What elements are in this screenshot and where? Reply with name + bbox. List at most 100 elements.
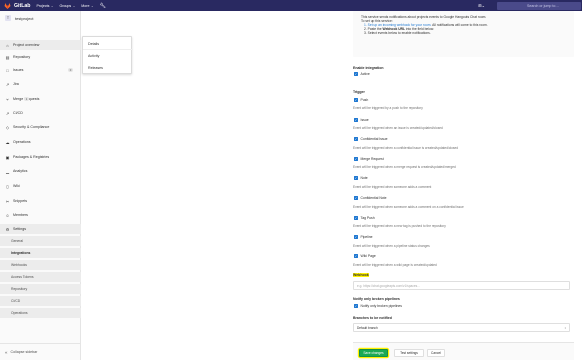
- event-checkbox-wiki-page[interactable]: ✓ Wiki Page: [354, 254, 376, 258]
- checkmark-icon: ✓: [354, 72, 358, 76]
- save-changes-button[interactable]: Save changes: [359, 349, 388, 357]
- settings-sub-operations[interactable]: Operations: [0, 308, 81, 318]
- event-name: Confidential Issue: [360, 137, 388, 141]
- nav-groups[interactable]: Groups ⌄: [59, 4, 75, 8]
- settings-sub-label: Webhooks: [11, 263, 27, 267]
- form-actions: Save changes Test settings Cancel: [353, 342, 574, 360]
- notify-broken-option: Notify only broken pipelines: [360, 304, 402, 308]
- chevron-down-icon: ⌄: [72, 3, 76, 8]
- gear-icon: ⚙: [5, 226, 10, 232]
- sidebar-item-label: Analytics: [13, 169, 28, 173]
- sidebar-item-packages-registries[interactable]: ▣ Packages & Registries: [0, 152, 81, 162]
- issues-icon: □: [6, 67, 9, 73]
- event-description: Event will be triggered when a pipeline …: [353, 244, 430, 248]
- avatar: T: [5, 15, 11, 21]
- event-name: Push: [360, 98, 369, 102]
- trigger-label: Trigger: [353, 90, 365, 94]
- help-step-1-rest: All notifications will come to this room…: [431, 23, 488, 27]
- chart-icon: ▁: [5, 168, 10, 174]
- sidebar-item-label: Repository: [13, 55, 31, 59]
- sidebar-item-analytics[interactable]: ▁ Analytics: [0, 166, 81, 176]
- flyout-item-details[interactable]: Details: [83, 38, 133, 50]
- nav-more[interactable]: More ⌄: [81, 4, 93, 8]
- sidebar-item-merge-requests[interactable]: ⑂ Merge Requests 1: [0, 94, 81, 104]
- event-checkbox-confidential-issue[interactable]: ✓ Confidential Issue: [354, 137, 387, 141]
- nav-projects[interactable]: Projects ⌄: [36, 4, 53, 8]
- chevron-down-icon: ⌄: [50, 3, 54, 8]
- sidebar-item-label: Members: [13, 213, 28, 217]
- webhook-label: Webhook: [353, 273, 369, 277]
- flyout-item-activity[interactable]: Activity: [83, 50, 133, 62]
- wrench-icon[interactable]: 🔧︎: [99, 3, 105, 9]
- test-settings-button[interactable]: Test settings: [394, 349, 424, 357]
- settings-sub-general[interactable]: General: [0, 236, 81, 246]
- collapse-sidebar-button[interactable]: «Collapse sidebar: [0, 343, 81, 360]
- sidebar-item-wiki[interactable]: ▯ Wiki: [0, 181, 81, 191]
- active-checkbox[interactable]: ✓ Active: [354, 72, 370, 76]
- sidebar-item-snippets[interactable]: ✂ Snippets: [0, 196, 81, 206]
- event-checkbox-merge-request[interactable]: ✓ Merge Request: [354, 157, 384, 161]
- settings-sub-label: Access Tokens: [11, 275, 34, 279]
- sidebar-item-label: Settings: [13, 227, 26, 231]
- shield-icon: ◇: [5, 124, 10, 130]
- event-checkbox-note[interactable]: ✓ Note: [354, 176, 368, 180]
- sidebar-item-settings[interactable]: ⚙ Settings: [0, 224, 81, 234]
- sidebar-item-security-compliance[interactable]: ◇ Security & Compliance: [0, 122, 81, 132]
- brand-name[interactable]: GitLab: [14, 3, 30, 9]
- event-name: Tag Push: [360, 216, 375, 220]
- sidebar-item-jira[interactable]: ↗ Jira: [0, 79, 81, 89]
- flyout-item-releases[interactable]: Releases: [83, 62, 133, 74]
- search-input[interactable]: Search or jump to…: [497, 1, 581, 10]
- chevron-down-icon: ⌄: [90, 3, 94, 8]
- notify-broken-checkbox[interactable]: ✓ Notify only broken pipelines: [354, 304, 402, 308]
- sidebar-item-label: Packages & Registries: [13, 155, 50, 159]
- sidebar-item-label: Wiki: [13, 184, 20, 188]
- event-checkbox-push[interactable]: ✓ Push: [354, 98, 368, 102]
- settings-sub-webhooks[interactable]: Webhooks: [0, 260, 81, 270]
- event-checkbox-pipeline[interactable]: ✓ Pipeline: [354, 235, 373, 239]
- enable-integration-label: Enable integration: [353, 66, 384, 70]
- event-name: Note: [360, 176, 368, 180]
- gitlab-logo-icon[interactable]: [4, 2, 11, 9]
- checkmark-icon: ✓: [354, 137, 358, 141]
- active-checkbox-label: Active: [360, 72, 370, 76]
- cancel-button[interactable]: Cancel: [427, 349, 445, 357]
- sidebar-item-label: Security & Compliance: [13, 125, 50, 129]
- event-description: Event will be triggered when someone add…: [353, 185, 432, 189]
- settings-sub-integrations[interactable]: Integrations: [0, 248, 81, 258]
- settings-sub-label: Integrations: [11, 251, 31, 255]
- sidebar-item-cicd[interactable]: ↗ CI/CD: [0, 108, 81, 118]
- users-icon: ☺: [5, 212, 10, 218]
- checkmark-icon: ✓: [354, 254, 358, 258]
- sidebar-item-members[interactable]: ☺ Members: [0, 210, 81, 220]
- merge-requests-count-badge: 1: [24, 97, 29, 101]
- event-checkbox-issue[interactable]: ✓ Issue: [354, 118, 369, 122]
- sidebar-project-header[interactable]: T testproject: [0, 11, 80, 25]
- sidebar-item-label: CI/CD: [13, 111, 23, 115]
- home-icon: ⌂: [6, 42, 9, 48]
- settings-sub-repository[interactable]: Repository: [0, 284, 81, 294]
- double-chevron-left-icon: «: [5, 349, 8, 355]
- sidebar-item-label: Project overview: [13, 43, 40, 47]
- sidebar-item-issues[interactable]: □ Issues 0: [0, 65, 81, 75]
- event-name: Pipeline: [360, 235, 373, 239]
- settings-sub-cicd[interactable]: CI/CD: [0, 296, 81, 306]
- branches-selected-value: Default branch: [357, 325, 378, 330]
- checkmark-icon: ✓: [354, 235, 358, 239]
- webhook-input[interactable]: e.g. https://chat.googleapis.com/v1/spac…: [353, 281, 570, 290]
- chevron-down-icon: ⌄: [481, 3, 485, 8]
- branches-label: Branches to be notified: [353, 316, 392, 320]
- settings-sub-access-tokens[interactable]: Access Tokens: [0, 272, 81, 282]
- event-checkbox-confidential-note[interactable]: ✓ Confidential Note: [354, 196, 387, 200]
- sidebar-item-operations[interactable]: ☁ Operations: [0, 137, 81, 147]
- event-checkbox-tag-push[interactable]: ✓ Tag Push: [354, 216, 375, 220]
- jira-icon: ↗: [5, 81, 10, 87]
- sidebar-item-repository[interactable]: ▤ Repository: [0, 52, 81, 62]
- project-sidebar: T testproject ⌂ Project overview ▤ Reposit…: [0, 11, 81, 360]
- scissors-icon: ✂: [5, 198, 10, 204]
- new-dropdown[interactable]: ⊞ ⌄: [478, 3, 485, 8]
- branches-select[interactable]: Default branch ↕: [353, 323, 570, 332]
- collapse-sidebar-label: Collapse sidebar: [10, 350, 38, 354]
- sidebar-item-label: Jira: [13, 82, 19, 86]
- sidebar-item-project-overview[interactable]: ⌂ Project overview: [0, 40, 81, 50]
